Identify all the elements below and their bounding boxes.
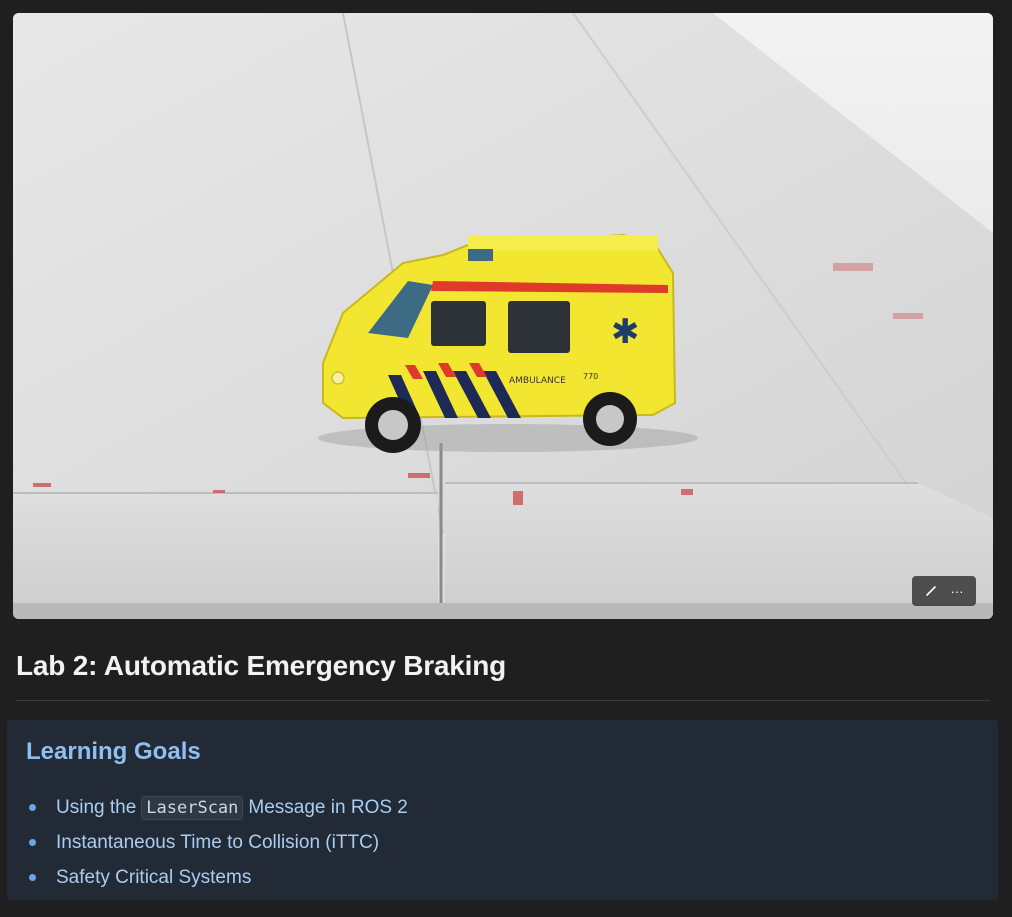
page-title[interactable]: Lab 2: Automatic Emergency Braking xyxy=(16,650,506,682)
ellipsis-icon: ··· xyxy=(950,583,964,599)
title-divider xyxy=(16,700,990,701)
svg-text:✱: ✱ xyxy=(611,312,640,352)
list-item[interactable]: Instantaneous Time to Collision (iTTC) xyxy=(26,825,408,860)
cover-actions-bar: ··· xyxy=(912,576,976,606)
ambulance-text: AMBULANCE xyxy=(509,376,566,386)
bullet-icon xyxy=(29,874,36,881)
inline-code: LaserScan xyxy=(141,795,244,820)
callout-heading[interactable]: Learning Goals xyxy=(26,738,201,766)
cover-image: ✱ AMBULANCE 770 ··· xyxy=(13,13,993,619)
learning-goals-callout: Learning Goals Using the LaserScan Messa… xyxy=(7,720,998,900)
goal-text: Instantaneous Time to Collision (iTTC) xyxy=(56,831,380,853)
edit-cover-button[interactable] xyxy=(918,578,944,604)
ambulance-photo: ✱ AMBULANCE 770 xyxy=(13,13,993,619)
goal-text-prefix: Using the xyxy=(56,796,137,818)
pencil-icon xyxy=(926,586,936,596)
ambulance-number: 770 xyxy=(583,372,598,381)
more-options-button[interactable]: ··· xyxy=(944,578,970,604)
list-item[interactable]: Safety Critical Systems xyxy=(26,860,408,895)
bullet-icon xyxy=(29,804,36,811)
goal-text-suffix: Message in ROS 2 xyxy=(248,796,408,818)
bullet-icon xyxy=(29,839,36,846)
goal-text: Safety Critical Systems xyxy=(56,866,252,888)
goal-list: Using the LaserScan Message in ROS 2 Ins… xyxy=(26,790,408,895)
list-item[interactable]: Using the LaserScan Message in ROS 2 xyxy=(26,790,408,825)
